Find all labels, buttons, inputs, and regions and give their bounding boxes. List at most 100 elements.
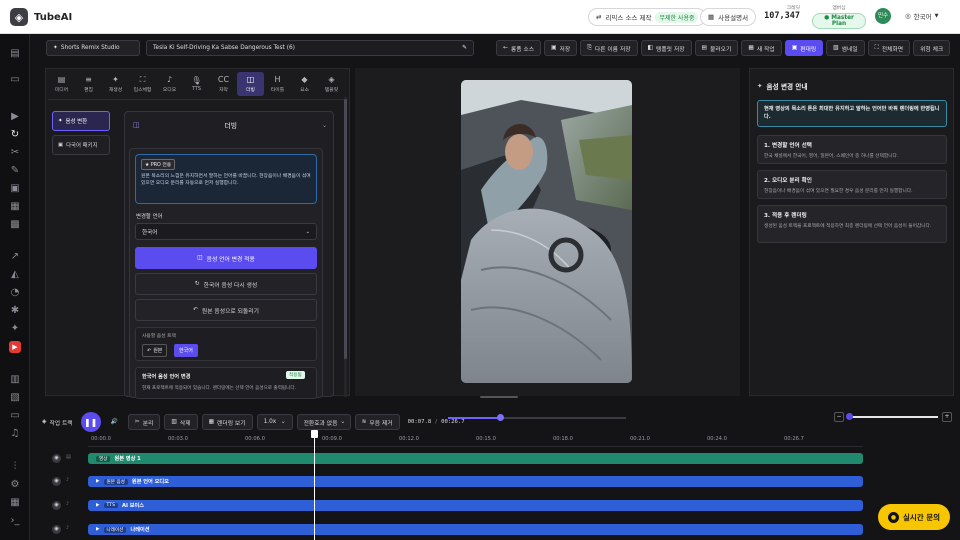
playhead[interactable] [311,430,319,540]
time-total: 00:26.7 [441,419,465,425]
tab-3[interactable]: ⛶ 입스체험 [129,72,156,96]
box-icon[interactable]: ▭ [9,410,21,422]
original-audio-track[interactable]: ▶ 원본 음성 원본 언어 오디오 [88,476,863,487]
speed-select[interactable]: 1.0x ⌄ [256,414,293,430]
analytics-icon[interactable]: ◭ [9,269,21,281]
palette-icon[interactable]: ✱ [9,305,21,317]
split-button[interactable]: ✂ 분리 [127,414,161,430]
longform-source-button[interactable]: ← 롱폼 소스 [496,40,542,56]
pie-icon[interactable]: ◔ [9,287,21,299]
avatar[interactable]: 민수 [875,8,891,24]
zoom-in-button[interactable]: + [942,412,952,422]
image-icon[interactable]: ▧ [9,392,21,404]
remix-source-button[interactable]: ⇄ 리믹스 소스 제작 무제한 사용중 [588,8,707,26]
visibility-toggle[interactable]: ◉ [52,525,61,534]
magic-icon[interactable]: ✦ [9,323,21,335]
playhead-handle[interactable] [311,430,319,438]
tab-6[interactable]: CC 자막 [210,72,237,96]
scroll-thumb[interactable] [344,99,347,359]
terminal-icon[interactable]: ›_ [9,515,21,527]
tab-4[interactable]: ♪ 오디오 [156,72,183,96]
live-chat-button[interactable]: ● 실시간 문의 [878,504,950,530]
track-korean-button[interactable]: 한국어 [174,344,198,357]
load-button[interactable]: ▤ 불러오기 [694,40,739,56]
pause-button[interactable]: ❚❚ [80,412,101,432]
track-original-button[interactable]: ↶ 원본 [142,344,168,357]
new-work-button[interactable]: ▦ 새 작업 [741,40,782,56]
seek-slider[interactable] [448,414,626,421]
delete-button[interactable]: ▥ 삭제 [164,414,198,430]
save-button[interactable]: ▣ 저장 [544,40,578,56]
risk-check-button[interactable]: 위험 체크 [913,40,951,56]
settings-icon[interactable]: ⚙ [9,479,21,491]
volume-button[interactable]: 🔊 [105,414,124,430]
tts-track[interactable]: ▶ TTS AI 보이스 [88,500,863,511]
render-button[interactable]: ▣ 편대링 [784,40,824,56]
home-icon[interactable]: ▤ [9,48,21,60]
app-logo[interactable]: ◈ TubeAI [10,8,72,26]
voice-convert-button[interactable]: ✦ 음성 변환 [52,111,110,131]
tab-5[interactable]: 🎙 TTS [183,72,210,96]
play-icon: ▶ [96,479,100,484]
save-as-button[interactable]: ⎘ 다른 이름 저장 [580,40,638,56]
render-preview-button[interactable]: ▦ 렌더링 보기 [201,414,253,430]
chevron-down-icon: ⌄ [305,228,310,235]
tab-7[interactable]: ◫ 더빙 [237,72,264,96]
archive-icon[interactable]: ▥ [9,374,21,386]
zoom-knob[interactable] [846,413,853,420]
visibility-toggle[interactable]: ◉ [52,501,61,510]
seek-knob[interactable] [496,414,504,421]
track-chip: 영상 [96,455,111,462]
fullscreen-button[interactable]: ⛶ 전체화면 [867,40,911,56]
language-select[interactable]: ◎ 한국어 ▼ [905,11,938,21]
apply-language-button[interactable]: ◫ 음성 언어 변경 적용 [135,247,317,269]
ruler-label: 00:09.0 [322,436,342,442]
zoom-slider[interactable] [846,413,938,420]
zoom-out-button[interactable]: − [834,412,844,422]
thumbnail-button[interactable]: ▧ 썸네일 [826,40,865,56]
dubbing-header[interactable]: ◫ 더빙 ⌄ [133,120,327,130]
video-track[interactable]: 영상 원본 영상 1 [88,453,863,464]
project-title-field[interactable]: Tesla Ki Self-Driving Ka Sabse Dangerous… [146,40,474,56]
pen-icon[interactable]: ✎ [9,165,21,177]
voice-track-box: 사용할 음성 트랙 ↶ 원본 한국어 [135,327,317,361]
tab-2[interactable]: ✦ 재생성 [102,72,129,96]
resize-handle[interactable] [480,396,518,398]
edit-icon[interactable]: ✎ [462,45,467,51]
video-icon[interactable]: ▶ [9,111,21,123]
save-template-button[interactable]: ◧ 템플릿 저장 [640,40,692,56]
film-icon[interactable]: ▦ [9,201,21,213]
remove-silence-button[interactable]: ≋ 무음 제거 [354,414,400,430]
tab-9[interactable]: ◆ 요소 [291,72,318,96]
tool-tabs: ▤ 미디어 ≡ 편집 ✦ 재생성 ⛶ 입스체험 ♪ 오디오 🎙 TTS CC 자막 ◫ 더빙 H 타이틀 ◆ 요소 ◈ 템… [48,72,345,96]
tab-1[interactable]: ≡ 편집 [75,72,102,96]
membership[interactable]: 멤버십 ● Master Plan [812,4,866,29]
video-frame[interactable] [461,80,632,383]
tab-8[interactable]: H 타이틀 [264,72,291,96]
cut-icon[interactable]: ✂ [9,147,21,159]
tab-0[interactable]: ▤ 미디어 [48,72,75,96]
regenerate-voice-button[interactable]: ↻ 한국어 음성 다시 생성 [135,273,317,295]
subtitle-icon[interactable]: ▣ [9,183,21,195]
music-icon[interactable]: ♫ [9,428,21,440]
tab-10[interactable]: ◈ 템플릿 [318,72,345,96]
scrollbar[interactable] [344,97,347,397]
chart-line-icon[interactable]: ↗ [9,251,21,263]
multilang-package-button[interactable]: ▣ 다국어 패키지 [52,135,110,155]
signal-icon[interactable]: ⫶ [9,461,21,473]
new-icon: ▦ [748,45,754,51]
status-title: 한국어 음성 언어 변경 [142,374,191,380]
visibility-toggle[interactable]: ◉ [52,454,61,463]
remix-icon[interactable]: ↻ [9,129,21,141]
grid-icon[interactable]: ▦ [9,497,21,509]
narration-track[interactable]: ▶ 나레이션 나레이션 [88,524,863,535]
target-language-select[interactable]: 한국어 ⌄ [135,223,317,240]
chevron-up-icon: ⌄ [321,121,327,129]
revert-original-button[interactable]: ↶ 원본 음성으로 되돌리기 [135,299,317,321]
youtube-icon[interactable]: ▶ [9,341,21,353]
transition-select[interactable]: 전환효과 없음 ⌄ [296,414,351,430]
manual-button[interactable]: ▦ 사용설명서 [700,8,757,26]
bag-icon[interactable]: ▩ [9,219,21,231]
folder-icon[interactable]: ▭ [9,74,21,86]
visibility-toggle[interactable]: ◉ [52,477,61,486]
